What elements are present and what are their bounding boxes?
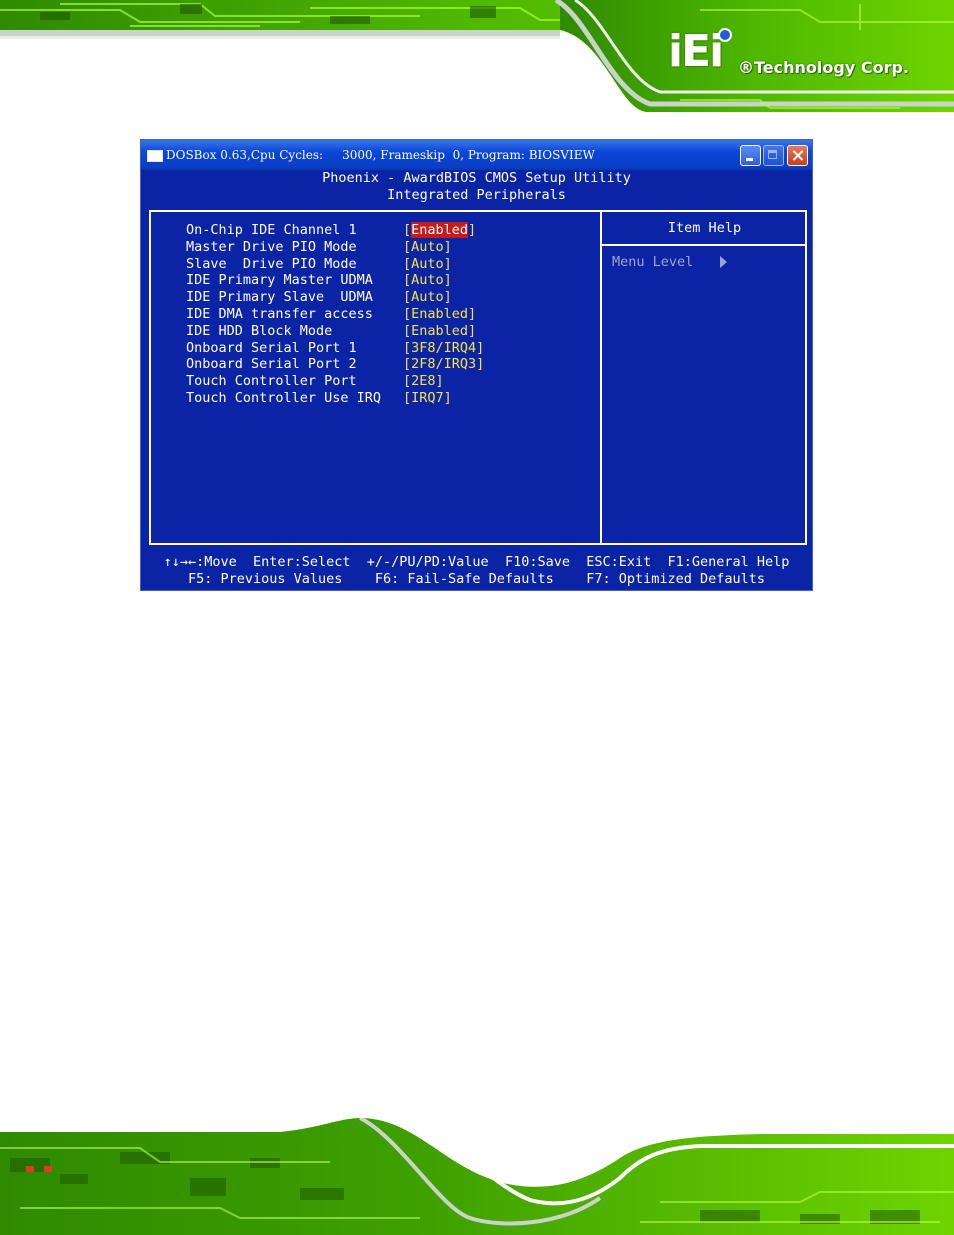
value-bracket-close: ] <box>476 339 485 356</box>
bios-utility-title: Phoenix - AwardBIOS CMOS Setup Utility <box>322 170 631 186</box>
value-bracket-open: [ <box>403 373 412 390</box>
setting-value-text: Enabled <box>411 305 469 322</box>
setting-value-text: Auto <box>411 238 444 255</box>
setting-row[interactable]: Slave Drive PIO Mode [Auto] <box>186 256 586 273</box>
setting-label: Slave Drive PIO Mode <box>186 255 357 272</box>
setting-value-text: 3F8/IRQ4 <box>411 339 477 356</box>
setting-label: Onboard Serial Port 1 <box>186 339 357 356</box>
company-logo: iEi ®Technology Corp. <box>668 28 938 82</box>
setting-value-text: Auto <box>411 272 444 289</box>
setting-row[interactable]: IDE DMA transfer access [Enabled] <box>186 306 586 323</box>
setting-label: On-Chip IDE Channel 1 <box>186 222 357 238</box>
setting-value[interactable]: [2E8] <box>403 373 444 389</box>
bios-page-title: Integrated Peripherals <box>387 187 566 203</box>
setting-value-text: Auto <box>411 255 444 272</box>
help-divider <box>600 212 602 543</box>
setting-label: IDE HDD Block Mode <box>186 322 333 339</box>
value-bracket-close: ] <box>443 289 452 306</box>
bios-main-frame: On-Chip IDE Channel 1 [Enabled] Master Dri… <box>149 210 807 545</box>
setting-value[interactable]: [Enabled] <box>403 323 476 339</box>
setting-row[interactable]: Onboard Serial Port 2 [2F8/IRQ3] <box>186 356 586 373</box>
setting-row[interactable]: Touch Controller Use IRQ [IRQ7] <box>186 390 586 407</box>
window-title: DOSBox 0.63,Cpu Cycles: 3000, Frameskip … <box>166 148 595 162</box>
setting-value-text: 2F8/IRQ3 <box>411 356 477 373</box>
setting-row[interactable]: Onboard Serial Port 1 [3F8/IRQ4] <box>186 340 586 357</box>
setting-value[interactable]: [IRQ7] <box>403 390 452 406</box>
setting-label: IDE Primary Slave UDMA <box>186 289 373 306</box>
setting-row[interactable]: IDE HDD Block Mode [Enabled] <box>186 323 586 340</box>
setting-row[interactable]: Master Drive PIO Mode [Auto] <box>186 239 586 256</box>
value-bracket-close: ] <box>443 238 452 255</box>
dosbox-window-icon[interactable] <box>147 150 163 162</box>
maximize-icon <box>763 145 784 166</box>
setting-value-text: Auto <box>411 289 444 306</box>
setting-row[interactable]: On-Chip IDE Channel 1 [Enabled] <box>186 222 586 239</box>
value-bracket-close: ] <box>443 272 452 289</box>
value-bracket-open: [ <box>403 305 412 322</box>
value-bracket-close: ] <box>476 356 485 373</box>
setting-value[interactable]: [Auto] <box>403 272 452 288</box>
setting-row[interactable]: Touch Controller Port [2E8] <box>186 373 586 390</box>
menu-level-label: Menu Level <box>612 254 694 270</box>
logo-mark: iEi <box>668 26 724 77</box>
setting-value-text: Enabled <box>411 222 469 238</box>
value-bracket-open: [ <box>403 238 412 255</box>
window-titlebar[interactable]: DOSBox 0.63,Cpu Cycles: 3000, Frameskip … <box>141 140 812 170</box>
header-banner: iEi ®Technology Corp. <box>0 0 954 112</box>
close-icon[interactable] <box>787 145 808 166</box>
setting-label: Master Drive PIO Mode <box>186 238 357 255</box>
setting-value[interactable]: [Enabled] <box>403 306 476 322</box>
value-bracket-open: [ <box>403 389 412 406</box>
value-bracket-open: [ <box>403 289 412 306</box>
value-bracket-close: ] <box>443 389 452 406</box>
footer-banner <box>0 1118 954 1235</box>
setting-value-text: Enabled <box>411 322 469 339</box>
setting-row[interactable]: IDE Primary Slave UDMA [Auto] <box>186 289 586 306</box>
setting-value-text: IRQ7 <box>411 389 444 406</box>
triangle-right-icon <box>720 256 727 268</box>
value-bracket-close: ] <box>468 305 477 322</box>
item-help-title: Item Help <box>667 220 742 236</box>
value-bracket-open: [ <box>403 222 412 238</box>
setting-value[interactable]: [Auto] <box>403 239 452 255</box>
setting-label: IDE DMA transfer access <box>186 305 373 322</box>
setting-value[interactable]: [Auto] <box>403 256 452 272</box>
key-help-line-1: ↑↓→←:Move Enter:Select +/-/PU/PD:Value F… <box>163 554 790 570</box>
settings-list: On-Chip IDE Channel 1 [Enabled] Master Dri… <box>186 222 586 407</box>
logo-text: ®Technology Corp. <box>738 58 909 77</box>
value-bracket-close: ] <box>443 255 452 272</box>
help-title-divider <box>602 244 807 246</box>
value-bracket-close: ] <box>468 222 477 238</box>
circuit-board-footer-graphic <box>0 1118 954 1235</box>
dosbox-window: DOSBox 0.63,Cpu Cycles: 3000, Frameskip … <box>140 139 813 591</box>
value-bracket-open: [ <box>403 322 412 339</box>
setting-label: Touch Controller Use IRQ <box>186 389 382 406</box>
logo-dot-icon <box>718 28 732 42</box>
value-bracket-close: ] <box>435 373 444 390</box>
value-bracket-open: [ <box>403 272 412 289</box>
setting-value[interactable]: [2F8/IRQ3] <box>403 356 484 372</box>
setting-value[interactable]: [3F8/IRQ4] <box>403 340 484 356</box>
setting-label: Touch Controller Port <box>186 373 357 390</box>
setting-row[interactable]: IDE Primary Master UDMA [Auto] <box>186 272 586 289</box>
value-bracket-open: [ <box>403 255 412 272</box>
setting-value[interactable]: [Enabled] <box>403 222 476 238</box>
minimize-icon[interactable] <box>740 145 761 166</box>
value-bracket-open: [ <box>403 339 412 356</box>
setting-value[interactable]: [Auto] <box>403 289 452 305</box>
value-bracket-open: [ <box>403 356 412 373</box>
setting-label: IDE Primary Master UDMA <box>186 272 373 289</box>
setting-value-text: 2E8 <box>411 373 436 390</box>
setting-label: Onboard Serial Port 2 <box>186 356 357 373</box>
value-bracket-close: ] <box>468 322 477 339</box>
key-help-line-2: F5: Previous Values F6: Fail-Safe Defaul… <box>187 571 766 587</box>
